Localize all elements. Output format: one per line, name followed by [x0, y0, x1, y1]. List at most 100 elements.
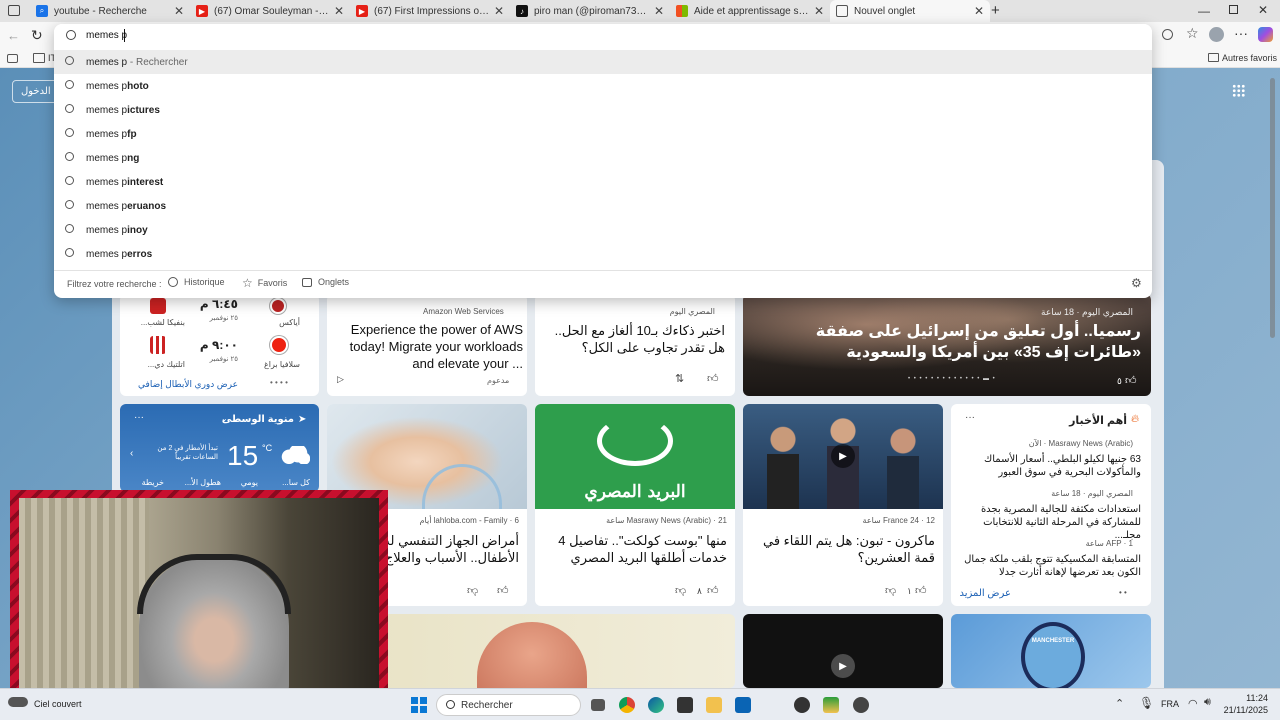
suggestion-item[interactable]: memes p - Rechercher	[54, 50, 1152, 74]
carousel-dots[interactable]: • • • •	[270, 378, 288, 387]
wifi-icon[interactable]: ◠	[1188, 697, 1198, 710]
maximize-button[interactable]	[1229, 5, 1238, 14]
weather-widget-icon[interactable]	[8, 697, 28, 707]
more-options-icon[interactable]: ···	[965, 412, 975, 423]
close-icon[interactable]: ✕	[654, 4, 664, 18]
weather-tab[interactable]: كل سا...	[270, 478, 310, 487]
weather-widget-label[interactable]: Ciel couvert	[34, 699, 82, 709]
bald-man-card[interactable]	[327, 614, 735, 688]
outlook-icon[interactable]	[735, 697, 751, 713]
dislike-icon[interactable]: 👎︎	[467, 584, 478, 597]
clock-time[interactable]: 11:24	[1240, 693, 1268, 703]
chrome-icon[interactable]	[619, 697, 635, 713]
close-icon[interactable]: ✕	[334, 4, 344, 18]
close-window-button[interactable]: ✕	[1258, 3, 1268, 17]
tab-tunis[interactable]: ▶ (67) First Impressions of TUNIS, T ✕	[350, 0, 510, 22]
weather-tab[interactable]: يومي	[230, 478, 258, 487]
language-indicator[interactable]: FRA	[1161, 699, 1179, 709]
weather-tab[interactable]: خريطة	[130, 478, 164, 487]
see-more-link[interactable]: عرض المزيد	[959, 588, 1011, 599]
folder-icon[interactable]	[33, 53, 45, 63]
close-icon[interactable]: ✕	[974, 4, 984, 18]
apps-grid-icon[interactable]	[1232, 84, 1245, 97]
copilot-icon[interactable]	[1258, 27, 1273, 42]
tab-new-tab[interactable]: Nouvel onglet ✕	[830, 0, 990, 22]
dislike-icon[interactable]: 👎︎	[675, 584, 686, 597]
filter-tabs[interactable]: Onglets	[302, 277, 349, 287]
dislike-icon[interactable]: 👎︎	[885, 584, 896, 597]
sports-match-1[interactable]: أياكس ٦:٤٥ م ٢٥ نوفمبر بنفيكا لشب...	[120, 294, 319, 330]
top-story-1[interactable]: Masrawy News (Arabic) · الآن 63 جنيها لك…	[961, 439, 1141, 487]
suggestion-item[interactable]: memes pfp	[54, 122, 1152, 146]
gear-icon[interactable]: ⚙	[1131, 276, 1142, 290]
post-article-card[interactable]: البريد المصري Masrawy News (Arabic) · 21…	[535, 404, 735, 606]
aws-ad-card[interactable]: Amazon Web Services Experience the power…	[327, 294, 527, 396]
minimize-button[interactable]: —	[1198, 4, 1210, 18]
chevron-up-icon[interactable]: ⌃	[1115, 697, 1124, 710]
refresh-icon[interactable]: ↻	[31, 27, 43, 44]
more-options-icon[interactable]: ···	[134, 412, 144, 423]
search-input[interactable]: memes p	[86, 30, 127, 41]
address-bar[interactable]: memes p	[54, 24, 1152, 48]
file-explorer-icon[interactable]	[706, 697, 722, 713]
sports-more-link[interactable]: عرض دوري الأبطال إضافي	[128, 379, 238, 390]
dislike-icon[interactable]: ⇅	[675, 372, 684, 385]
app-icon[interactable]	[853, 697, 869, 713]
suggestion-item[interactable]: memes pinoy	[54, 218, 1152, 242]
clock-date[interactable]: 21/11/2025	[1218, 705, 1268, 715]
sports-match-2[interactable]: سلافيا براغ ٩:٠٠ م ٢٥ نوفمبر اتلتيك دي..…	[120, 334, 319, 370]
like-icon[interactable]: 👍︎	[707, 584, 719, 597]
close-icon[interactable]: ✕	[174, 4, 184, 18]
profile-avatar[interactable]	[1209, 27, 1224, 42]
back-icon[interactable]: ←	[7, 28, 20, 43]
tab-tiktok[interactable]: ♪ piro man (@piroman731) | TikTok ✕	[510, 0, 670, 22]
suggestion-item[interactable]: memes png	[54, 146, 1152, 170]
weather-tab[interactable]: هطول الأ...	[175, 478, 221, 487]
login-button[interactable]: تسجيل الدخول	[12, 80, 58, 103]
menu-icon[interactable]: ···	[1234, 25, 1248, 41]
like-icon[interactable]: 👍︎	[497, 584, 509, 597]
xbox-icon[interactable]	[794, 697, 810, 713]
new-tab-button[interactable]: +	[991, 2, 1000, 19]
france24-article-card[interactable]: ▶ France 24 · 12 ساعة ماكرون - تبون: هل …	[743, 404, 943, 606]
workspaces-icon[interactable]	[8, 5, 20, 16]
favorite-star-icon[interactable]: ☆	[1186, 25, 1199, 42]
suggestion-item[interactable]: memes perros	[54, 242, 1152, 266]
tab-microsoft-help[interactable]: Aide et apprentissage sur Micros ✕	[670, 0, 830, 22]
tab-youtube-search[interactable]: ⌕ youtube - Recherche ✕	[30, 0, 190, 22]
play-icon[interactable]: ▶	[831, 654, 855, 678]
filter-history[interactable]: Historique	[168, 277, 225, 287]
close-icon[interactable]: ✕	[814, 4, 824, 18]
like-icon[interactable]: 👍︎	[1125, 374, 1137, 387]
play-icon[interactable]: ▶	[831, 444, 855, 468]
chevron-down-icon[interactable]: ⌄	[221, 414, 228, 423]
quiz-article-card[interactable]: المصري اليوم اختبر ذكاءك بـ10 ألغاز مع ا…	[535, 294, 735, 396]
taskbar-search-box[interactable]: Rechercher	[436, 694, 581, 716]
suggestion-item[interactable]: memes pinterest	[54, 170, 1152, 194]
terminal-icon[interactable]	[677, 697, 693, 713]
close-icon[interactable]: ✕	[494, 4, 504, 18]
suggestion-item[interactable]: memes photo	[54, 74, 1152, 98]
pager-dots[interactable]: • •	[1119, 588, 1127, 597]
hero-article-card[interactable]: المصري اليوم · 18 ساعة رسميا.. أول تعليق…	[743, 294, 1151, 396]
scrollbar[interactable]	[1270, 78, 1275, 338]
like-icon[interactable]: 👍︎	[707, 372, 719, 385]
like-icon[interactable]: 👍︎	[915, 584, 927, 597]
game-launcher-icon[interactable]	[823, 697, 839, 713]
man-city-card[interactable]: MANCHESTER	[951, 614, 1151, 688]
volume-icon[interactable]: 🔊︎	[1204, 696, 1211, 709]
suggestion-item[interactable]: memes pictures	[54, 98, 1152, 122]
top-story-3[interactable]: AFP · 1 ساعة المتسابقة المكسيكية تتوج بل…	[961, 539, 1141, 587]
filter-favorites[interactable]: ☆ Favoris	[242, 276, 287, 290]
task-view-icon[interactable]	[591, 699, 605, 711]
video-card[interactable]: ▶	[743, 614, 943, 688]
microphone-icon[interactable]: 🎙︎	[1139, 696, 1154, 710]
start-button[interactable]	[411, 697, 427, 713]
chevron-left-icon[interactable]: ‹	[130, 448, 133, 459]
weather-card[interactable]: ➤ منوية الوسطى ⌄ ··· ‹ تبدأ الأمطار في 2…	[120, 404, 319, 492]
other-favorites-link[interactable]: Autres favoris	[1222, 53, 1277, 63]
sidebar-toggle-icon[interactable]	[7, 54, 18, 63]
edge-icon[interactable]	[648, 697, 664, 713]
hero-dots[interactable]: • • • • • • • • • • • • • ▬ •	[908, 376, 996, 382]
suggestion-item[interactable]: memes peruanos	[54, 194, 1152, 218]
